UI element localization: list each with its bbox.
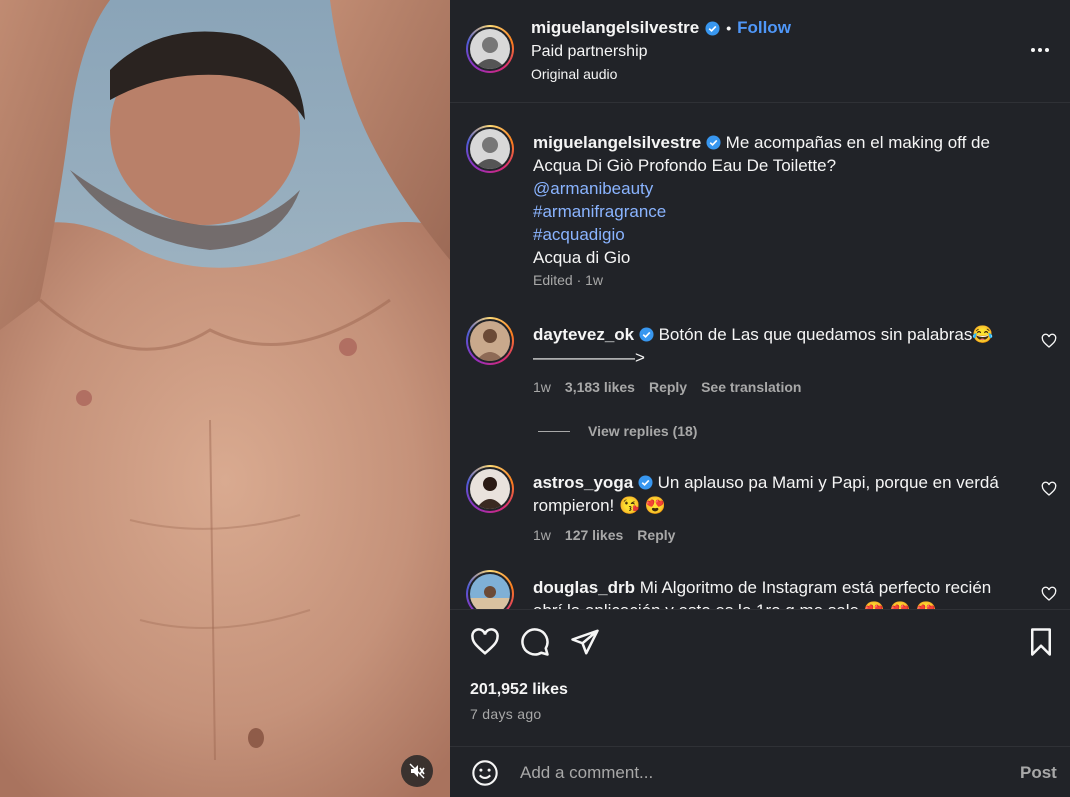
share-icon[interactable]: [570, 627, 600, 657]
post-header: miguelangelsilvestre • Follow Paid partn…: [450, 0, 1070, 103]
comment-likes[interactable]: 3,183 likes: [565, 379, 635, 395]
paid-partnership-label[interactable]: Paid partnership: [531, 43, 648, 61]
comment-time: 1w: [533, 379, 551, 395]
commenter-username[interactable]: daytevez_ok: [533, 325, 634, 344]
commenter-avatar[interactable]: [466, 317, 514, 365]
comment-meta: 1w 127 likes Reply: [533, 527, 675, 543]
emoji-icon[interactable]: [471, 759, 499, 787]
edited-time: Edited · 1w: [533, 272, 604, 288]
likes-count[interactable]: 201,952 likes: [470, 681, 568, 699]
comment-composer: Post: [450, 746, 1070, 797]
comment-text-block: daytevez_ok Botón de Las que quedamos si…: [533, 323, 1013, 369]
caption-meta: Edited · 1w: [533, 272, 603, 288]
bookmark-icon[interactable]: [1026, 627, 1056, 657]
commenter-username[interactable]: astros_yoga: [533, 473, 633, 492]
caption-text-block: miguelangelsilvestre Me acompañas en el …: [533, 131, 1013, 269]
post-date: 7 days ago: [470, 706, 542, 722]
author-avatar[interactable]: [466, 25, 514, 73]
comment-time: 1w: [533, 527, 551, 543]
divider-line: [538, 430, 570, 432]
original-audio-link[interactable]: Original audio: [531, 66, 617, 82]
mention-link[interactable]: @armanibeauty: [533, 177, 1013, 200]
post-sidebar: miguelangelsilvestre • Follow Paid partn…: [450, 0, 1070, 797]
video-frame-image: [0, 0, 450, 797]
comment-icon[interactable]: [520, 627, 550, 657]
follow-button[interactable]: Follow: [737, 18, 791, 38]
verified-badge-icon: [706, 135, 721, 150]
commenter-username[interactable]: douglas_drb: [533, 578, 635, 597]
comments-list[interactable]: miguelangelsilvestre Me acompañas en el …: [450, 104, 1070, 609]
reply-button[interactable]: Reply: [649, 379, 687, 395]
verified-badge-icon: [638, 475, 653, 490]
like-comment-heart-icon[interactable]: [1041, 481, 1057, 497]
separator-dot: •: [726, 20, 732, 36]
reply-button[interactable]: Reply: [637, 527, 675, 543]
post-actions: 201,952 likes 7 days ago: [450, 609, 1070, 749]
comment-likes[interactable]: 127 likes: [565, 527, 623, 543]
comment-text-block: douglas_drb Mi Algoritmo de Instagram es…: [533, 576, 1013, 609]
hashtag-link[interactable]: #armanifragrance: [533, 200, 1013, 223]
hashtag-link[interactable]: #acquadigio: [533, 223, 1013, 246]
commenter-avatar[interactable]: [466, 570, 514, 609]
post-video[interactable]: [0, 0, 450, 797]
caption-tail: Acqua di Gio: [533, 248, 631, 267]
more-options-icon[interactable]: [1028, 40, 1052, 60]
like-comment-heart-icon[interactable]: [1041, 586, 1057, 602]
author-row: miguelangelsilvestre • Follow: [531, 18, 791, 38]
author-username[interactable]: miguelangelsilvestre: [531, 18, 699, 38]
verified-badge-icon: [705, 20, 720, 36]
see-translation-button[interactable]: See translation: [701, 379, 801, 395]
muted-speaker-icon: [409, 763, 425, 779]
commenter-avatar[interactable]: [466, 465, 514, 513]
caption-username[interactable]: miguelangelsilvestre: [533, 133, 701, 152]
view-replies-label: View replies (18): [588, 423, 698, 439]
comment-input[interactable]: [520, 759, 1000, 787]
mute-toggle-button[interactable]: [401, 755, 433, 787]
comment-text: Botón de Las que quedamos sin palabras😂: [658, 325, 994, 344]
comment-meta: 1w 3,183 likes Reply See translation: [533, 379, 801, 395]
view-replies-button[interactable]: View replies (18): [538, 423, 697, 439]
heart-icon[interactable]: [470, 627, 500, 657]
comment-text-continued: ——————>: [533, 348, 645, 367]
caption-avatar[interactable]: [466, 125, 514, 173]
comment-text-block: astros_yoga Un aplauso pa Mami y Papi, p…: [533, 471, 1013, 517]
verified-badge-icon: [639, 327, 654, 342]
like-comment-heart-icon[interactable]: [1041, 333, 1057, 349]
post-comment-button[interactable]: Post: [1020, 763, 1057, 783]
